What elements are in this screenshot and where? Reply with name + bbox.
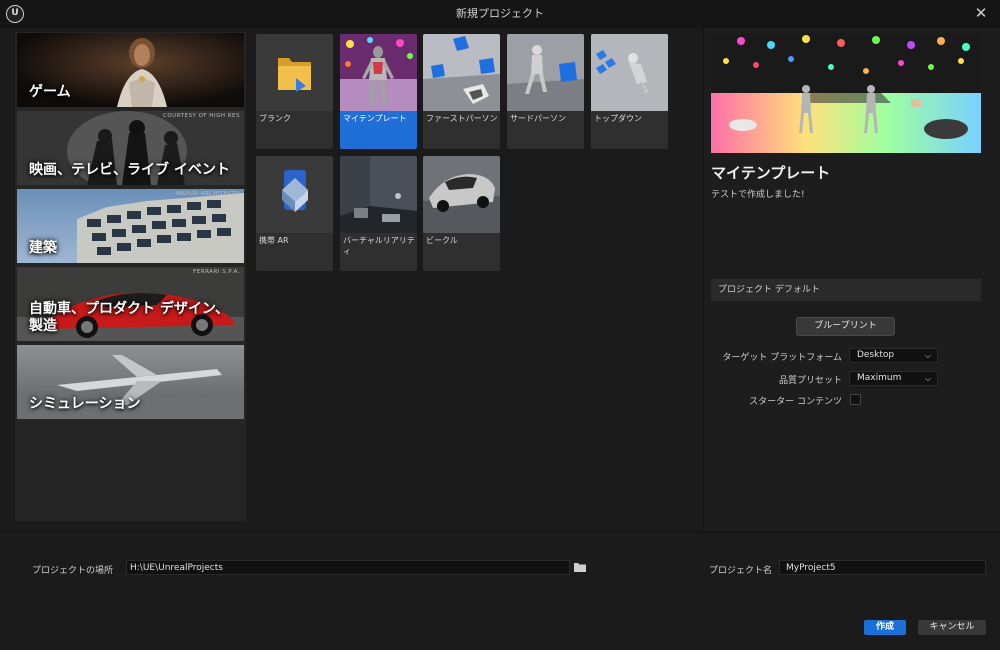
template-name: バーチャルリアリティ [343,236,415,256]
handheld-ar-thumbnail [256,156,333,233]
window-title: 新規プロジェクト [456,7,544,20]
quality-preset-value: Maximum [857,373,902,383]
template-blank[interactable]: ブランク [256,34,333,149]
footer-bar [0,532,1000,650]
template-name: マイテンプレート [343,114,407,123]
project-location-input[interactable] [126,560,570,575]
top-down-thumbnail [591,34,668,111]
vehicle-thumbnail [423,156,500,233]
category-architecture[interactable]: MAPUR ARCHITECTS 建築 [17,189,244,263]
image-credit: FERRARI S.P.A. [193,269,240,275]
category-label: 映画、テレビ、ライブ イベント [29,162,230,178]
starter-content-checkbox[interactable] [850,394,861,405]
blank-folder-icon [256,34,333,111]
first-person-thumbnail [423,34,500,111]
blueprint-button[interactable]: ブループリント [796,317,895,336]
category-automotive-product-design[interactable]: FERRARI S.P.A. 自動車、プロダクト デザイン、製造 [17,267,244,341]
starter-content-label: スターター コンテンツ [749,397,842,407]
image-credit: COURTESY OF HIGH RES [163,113,240,119]
selected-template-title: マイテンプレート [711,164,831,182]
my-template-thumbnail [340,34,417,111]
template-vehicle[interactable]: ビークル [423,156,500,271]
template-name: トップダウン [594,114,642,123]
quality-preset-dropdown[interactable]: Maximum ⌵ [849,371,938,386]
chevron-down-icon: ⌵ [924,351,931,360]
template-virtual-reality[interactable]: バーチャルリアリティ [340,156,417,271]
category-film-tv-live-events[interactable]: COURTESY OF HIGH RES 映画、テレビ、ライブ イベント [17,111,244,185]
template-preview-image [711,33,981,153]
category-panel: ゲーム COURTESY OF HIGH RES 映画、テレビ、ライブ イベント [15,32,246,521]
create-button[interactable]: 作成 [864,620,906,635]
close-button[interactable]: ✕ [970,2,992,24]
chevron-down-icon: ⌵ [924,374,931,383]
quality-preset-label: 品質プリセット [778,376,842,386]
category-simulation[interactable]: シミュレーション [17,345,244,419]
category-label: ゲーム [29,84,71,100]
project-name-input[interactable] [779,560,986,575]
image-credit: MAPUR ARCHITECTS [176,191,240,197]
project-defaults-header: プロジェクト デフォルト [711,279,981,301]
category-label: 建築 [29,240,57,256]
target-platform-value: Desktop [857,350,895,360]
details-panel: マイテンプレート テストで作成しました! プロジェクト デフォルト ブループリン… [703,28,1000,531]
target-platform-label: ターゲット プラットフォーム [722,353,842,363]
folder-icon[interactable] [573,561,587,573]
cancel-button[interactable]: キャンセル [918,620,986,635]
template-name: ブランク [259,114,291,123]
template-third-person[interactable]: サードパーソン [507,34,584,149]
template-name: ビークル [426,236,458,245]
project-name-label: プロジェクト名 [709,566,773,576]
template-name: 携帯 AR [259,236,289,245]
category-label: シミュレーション [29,396,141,412]
title-bar: U 新規プロジェクト ✕ [0,0,1000,28]
template-top-down[interactable]: トップダウン [591,34,668,149]
category-games[interactable]: ゲーム [17,33,244,107]
target-platform-dropdown[interactable]: Desktop ⌵ [849,348,938,363]
template-first-person[interactable]: ファーストパーソン [423,34,500,149]
template-name: ファーストパーソン [426,114,498,123]
template-handheld-ar[interactable]: 携帯 AR [256,156,333,271]
template-my-template[interactable]: マイテンプレート [340,34,417,149]
template-name: サードパーソン [510,114,566,123]
third-person-thumbnail [507,34,584,111]
category-label: 自動車、プロダクト デザイン、製造 [29,301,230,334]
virtual-reality-thumbnail [340,156,417,233]
project-location-label: プロジェクトの場所 [32,566,114,576]
selected-template-description: テストで作成しました! [711,190,805,200]
